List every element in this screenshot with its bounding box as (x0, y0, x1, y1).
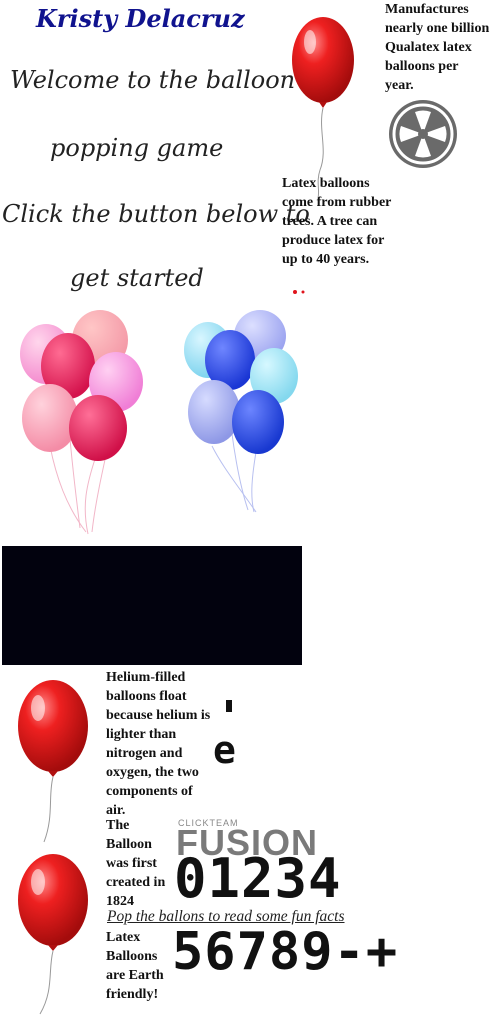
blue-balloon-cluster[interactable] (182, 306, 302, 516)
stray-char: e (213, 728, 236, 772)
fact-latex-trees: Latex balloons come from rubber trees. A… (282, 176, 392, 267)
welcome-line-3: Click the button below to (2, 200, 310, 228)
welcome-line-4: get started (70, 264, 204, 292)
clickteam-logo-icon[interactable] (385, 98, 461, 170)
score-digits-row-1: 01234 (174, 847, 342, 910)
red-balloon-icon[interactable] (14, 850, 92, 1016)
game-canvas[interactable] (2, 546, 302, 665)
fact-first-created: The Balloon was first created in 1824 (106, 818, 166, 909)
score-digits-row-2: 56789-+ (172, 922, 399, 982)
pink-balloon-cluster[interactable] (16, 306, 146, 538)
welcome-line-1: Welcome to the balloon (10, 66, 296, 94)
red-balloon-icon[interactable] (290, 10, 356, 200)
decoration-dots (293, 290, 305, 294)
fact-earth-friendly: Latex Balloons are Earth friendly! (106, 930, 164, 1002)
player-name: Kristy Delacruz (36, 4, 245, 33)
red-balloon-icon[interactable] (14, 676, 92, 844)
stray-dot (226, 700, 232, 712)
welcome-line-2: popping game (50, 134, 224, 162)
fact-manufactures: Manufactures nearly one billion Qualatex… (385, 2, 490, 93)
fact-helium: Helium-filled balloons float because hel… (106, 670, 211, 818)
